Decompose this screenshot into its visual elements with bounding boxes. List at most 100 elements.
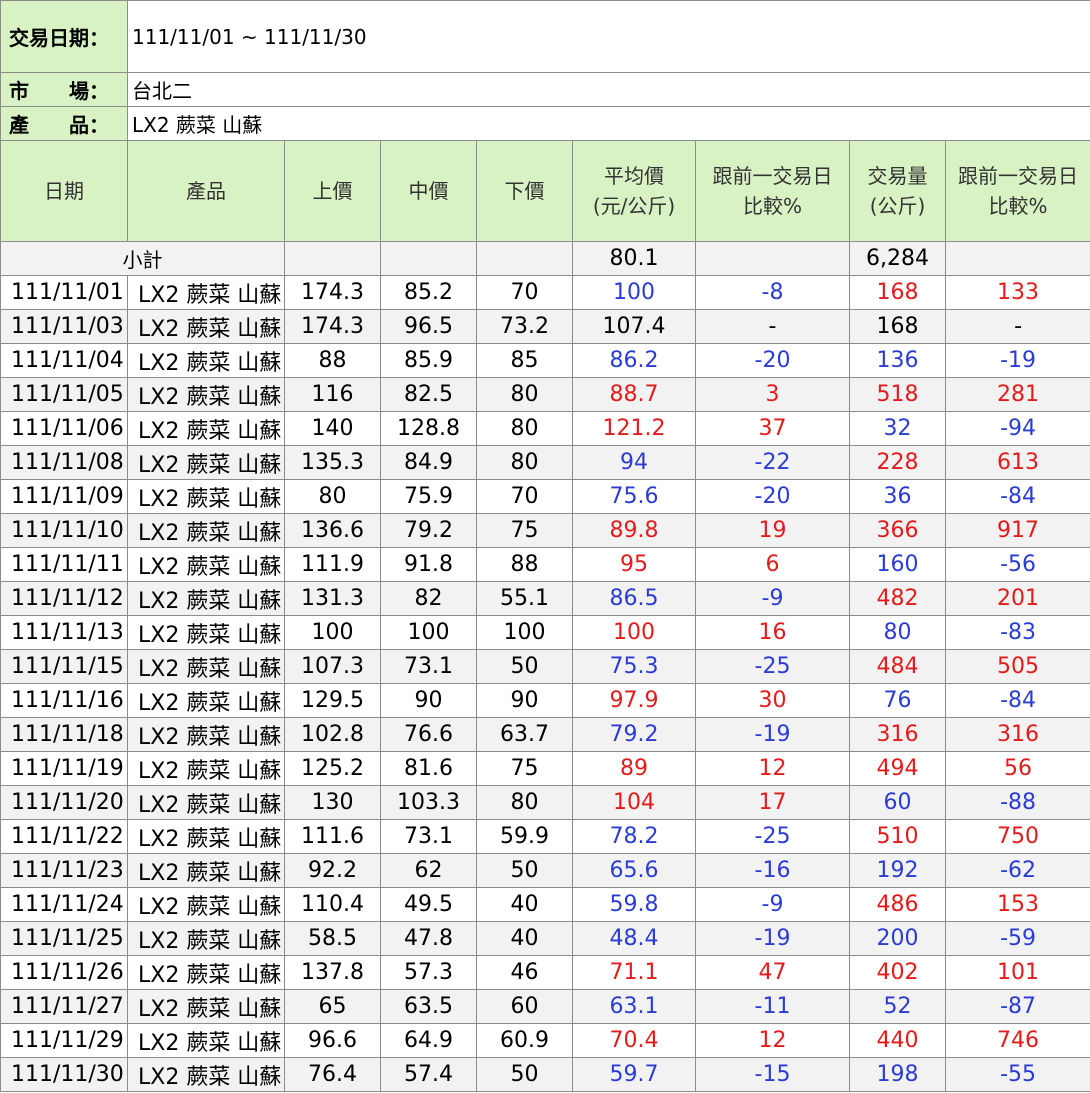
col-volume-l1: 交易量 xyxy=(867,164,928,188)
row-upper: 111.9 xyxy=(284,547,381,582)
subtotal-volume: 6,284 xyxy=(849,241,946,276)
date-range-row: 交易日期： 111/11/01 ~ 111/11/30 xyxy=(0,0,1090,73)
table-row: 111/11/06 LX2 蕨菜 山蘇 140 128.8 80 121.2 37 32 -94 xyxy=(0,411,1090,446)
row-date: 111/11/16 xyxy=(0,683,128,718)
subtotal-middle xyxy=(380,241,477,276)
row-product: LX2 蕨菜 山蘇 xyxy=(127,479,285,514)
row-middle: 85.9 xyxy=(380,343,477,378)
row-average: 100 xyxy=(572,275,696,310)
row-middle: 128.8 xyxy=(380,411,477,446)
row-middle: 81.6 xyxy=(380,751,477,786)
date-range-label: 交易日期： xyxy=(0,0,128,73)
market-row: 市 場： 台北二 xyxy=(0,72,1090,107)
row-volume: 484 xyxy=(849,649,946,684)
row-average: 75.3 xyxy=(572,649,696,684)
row-compare-volume: -84 xyxy=(944,479,1090,514)
row-product: LX2 蕨菜 山蘇 xyxy=(127,615,285,650)
row-average: 89 xyxy=(572,751,696,786)
row-average: 63.1 xyxy=(572,989,696,1024)
row-upper: 130 xyxy=(284,785,381,820)
row-lower: 80 xyxy=(476,785,573,820)
table-row: 111/11/19 LX2 蕨菜 山蘇 125.2 81.6 75 89 12 494 56 xyxy=(0,751,1090,786)
row-volume: 228 xyxy=(849,445,946,480)
row-date: 111/11/06 xyxy=(0,411,128,446)
row-compare-price: 16 xyxy=(695,615,850,650)
row-lower: 75 xyxy=(476,751,573,786)
row-volume: 440 xyxy=(849,1023,946,1058)
row-compare-price: 37 xyxy=(695,411,850,446)
row-compare-volume: -87 xyxy=(944,989,1090,1024)
table-row: 111/11/11 LX2 蕨菜 山蘇 111.9 91.8 88 95 6 160 -56 xyxy=(0,547,1090,582)
row-product: LX2 蕨菜 山蘇 xyxy=(127,377,285,412)
row-compare-price: -11 xyxy=(695,989,850,1024)
row-upper: 80 xyxy=(284,479,381,514)
row-average: 59.7 xyxy=(572,1057,696,1092)
row-lower: 70 xyxy=(476,479,573,514)
row-upper: 110.4 xyxy=(284,887,381,922)
row-upper: 137.8 xyxy=(284,955,381,990)
row-compare-price: 12 xyxy=(695,1023,850,1058)
row-product: LX2 蕨菜 山蘇 xyxy=(127,275,285,310)
row-compare-volume: -83 xyxy=(944,615,1090,650)
row-upper: 65 xyxy=(284,989,381,1024)
row-middle: 64.9 xyxy=(380,1023,477,1058)
subtotal-lower xyxy=(476,241,573,276)
row-compare-volume: -84 xyxy=(944,683,1090,718)
row-average: 100 xyxy=(572,615,696,650)
row-date: 111/11/30 xyxy=(0,1057,128,1092)
row-date: 111/11/13 xyxy=(0,615,128,650)
row-lower: 73.2 xyxy=(476,309,573,344)
row-lower: 63.7 xyxy=(476,717,573,752)
row-middle: 47.8 xyxy=(380,921,477,956)
row-date: 111/11/11 xyxy=(0,547,128,582)
subtotal-compare-volume xyxy=(944,241,1090,276)
subtotal-row: 小計 80.1 6,284 xyxy=(0,241,1090,276)
row-product: LX2 蕨菜 山蘇 xyxy=(127,819,285,854)
row-product: LX2 蕨菜 山蘇 xyxy=(127,649,285,684)
row-average: 104 xyxy=(572,785,696,820)
row-product: LX2 蕨菜 山蘇 xyxy=(127,717,285,752)
row-upper: 111.6 xyxy=(284,819,381,854)
row-compare-volume: 133 xyxy=(944,275,1090,310)
row-lower: 50 xyxy=(476,1057,573,1092)
col-lower: 下價 xyxy=(476,140,573,242)
row-date: 111/11/01 xyxy=(0,275,128,310)
row-upper: 129.5 xyxy=(284,683,381,718)
row-product: LX2 蕨菜 山蘇 xyxy=(127,887,285,922)
row-upper: 174.3 xyxy=(284,309,381,344)
col-compare-volume: 跟前一交易日 比較% xyxy=(944,140,1090,242)
row-average: 86.2 xyxy=(572,343,696,378)
row-average: 95 xyxy=(572,547,696,582)
row-upper: 140 xyxy=(284,411,381,446)
row-lower: 55.1 xyxy=(476,581,573,616)
row-compare-volume: -88 xyxy=(944,785,1090,820)
row-middle: 96.5 xyxy=(380,309,477,344)
row-middle: 82.5 xyxy=(380,377,477,412)
col-average: 平均價 (元/公斤) xyxy=(572,140,696,242)
row-upper: 100 xyxy=(284,615,381,650)
row-compare-price: 19 xyxy=(695,513,850,548)
row-compare-price: -25 xyxy=(695,819,850,854)
table-row: 111/11/16 LX2 蕨菜 山蘇 129.5 90 90 97.9 30 76 -84 xyxy=(0,683,1090,718)
row-compare-price: -16 xyxy=(695,853,850,888)
row-product: LX2 蕨菜 山蘇 xyxy=(127,581,285,616)
row-lower: 80 xyxy=(476,445,573,480)
table-row: 111/11/12 LX2 蕨菜 山蘇 131.3 82 55.1 86.5 -9 482 20… xyxy=(0,581,1090,616)
row-middle: 91.8 xyxy=(380,547,477,582)
row-compare-volume: 505 xyxy=(944,649,1090,684)
row-average: 107.4 xyxy=(572,309,696,344)
row-lower: 88 xyxy=(476,547,573,582)
row-middle: 79.2 xyxy=(380,513,477,548)
row-volume: 60 xyxy=(849,785,946,820)
row-compare-volume: -59 xyxy=(944,921,1090,956)
row-compare-price: -19 xyxy=(695,921,850,956)
row-product: LX2 蕨菜 山蘇 xyxy=(127,683,285,718)
product-label: 產 品： xyxy=(0,106,128,141)
row-lower: 70 xyxy=(476,275,573,310)
date-range-value: 111/11/01 ~ 111/11/30 xyxy=(126,0,1090,73)
row-middle: 57.4 xyxy=(380,1057,477,1092)
col-upper: 上價 xyxy=(284,140,381,242)
table-row: 111/11/09 LX2 蕨菜 山蘇 80 75.9 70 75.6 -20 36 -84 xyxy=(0,479,1090,514)
table-row: 111/11/30 LX2 蕨菜 山蘇 76.4 57.4 50 59.7 -15 198 -5… xyxy=(0,1057,1090,1092)
row-middle: 82 xyxy=(380,581,477,616)
